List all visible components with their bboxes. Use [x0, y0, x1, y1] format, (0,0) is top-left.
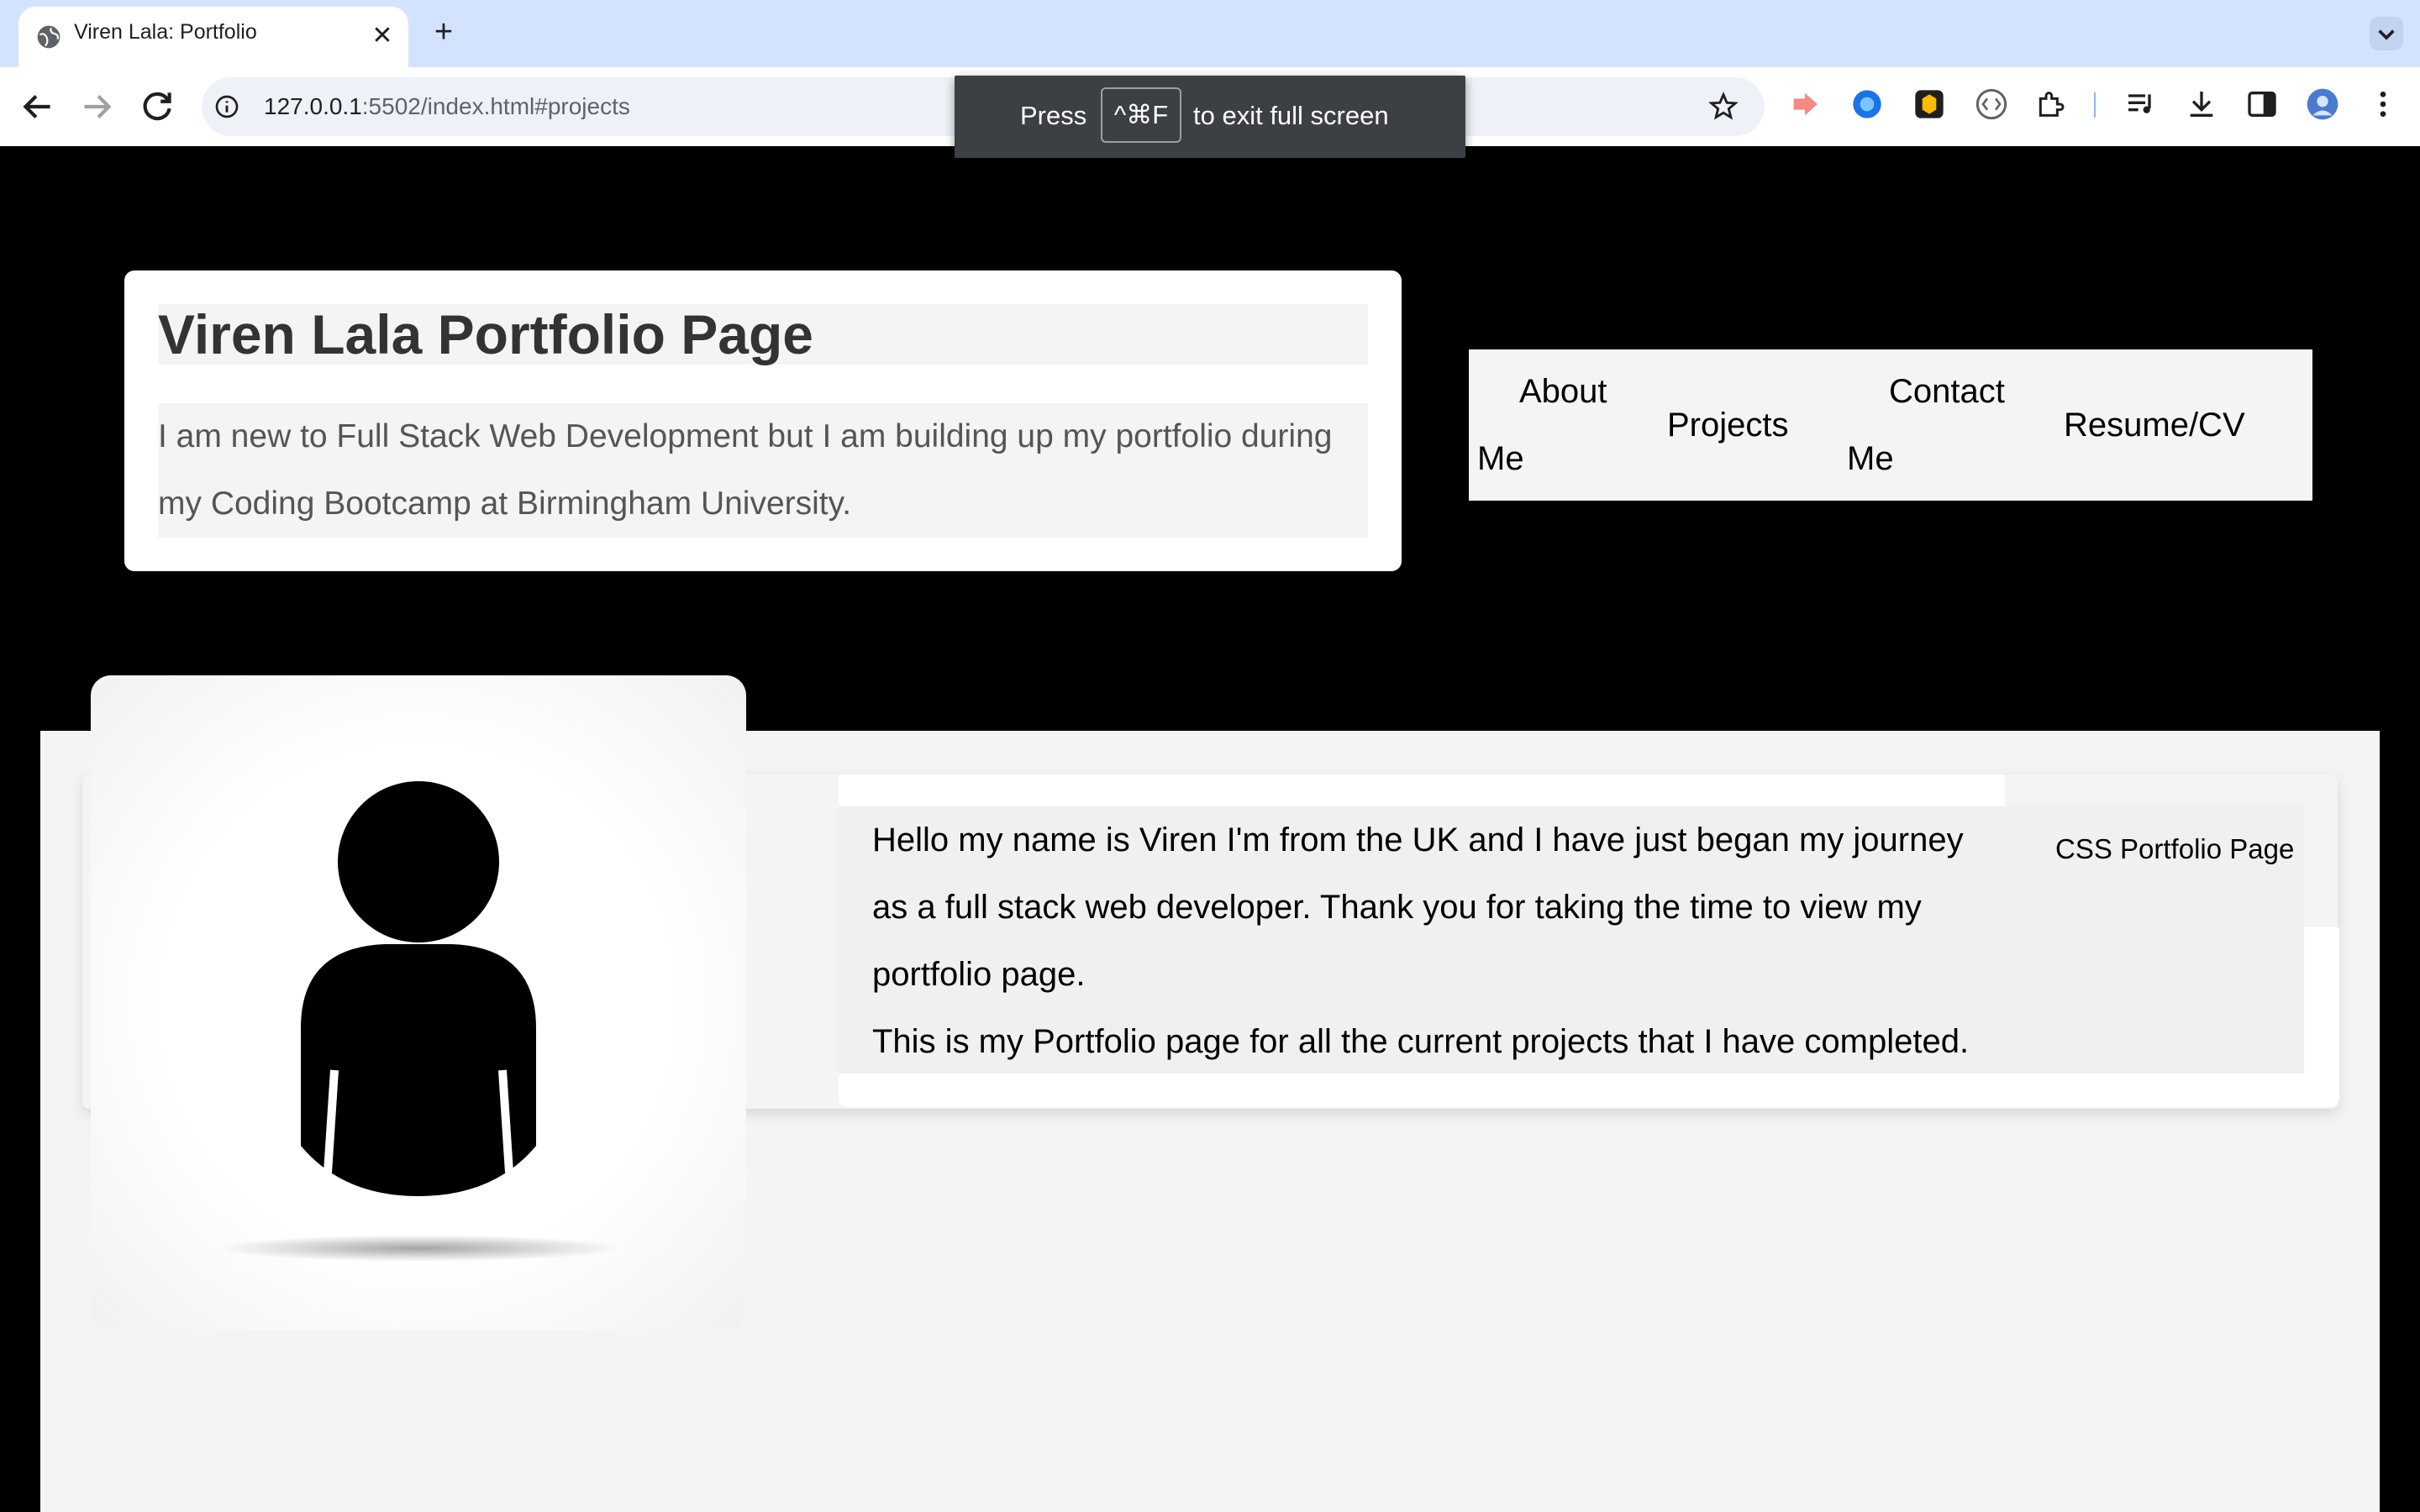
nav-about-line-2[interactable]: Me [1477, 425, 1524, 492]
media-controls-icon[interactable] [2124, 87, 2158, 121]
fullscreen-toast: Press ^⌘F to exit full screen [955, 76, 1465, 158]
nav-about-line-1: About [1519, 373, 1607, 410]
toast-shortcut-key: ^⌘F [1101, 87, 1181, 143]
bookmark-star-icon[interactable] [1707, 91, 1739, 123]
url-path: :5502/index.html#projects [361, 93, 630, 119]
site-nav: About Me Projects Contact Me Resume/CV [1469, 349, 2312, 501]
tab-search-button[interactable] [2370, 17, 2403, 50]
site-info-icon[interactable] [213, 93, 240, 120]
header-description: I am new to Full Stack Web Development b… [158, 403, 1368, 538]
page-title: Viren Lala Portfolio Page [158, 304, 1368, 365]
about-paragraph-intro: Hello my name is Viren I'm from the UK a… [872, 822, 1964, 993]
side-panel-icon[interactable] [2245, 87, 2279, 121]
kebab-menu-icon[interactable] [2366, 87, 2400, 121]
tab-strip: Viren Lala: Portfolio ✕ + [0, 0, 2420, 67]
globe-icon [37, 25, 60, 49]
download-icon[interactable] [2185, 87, 2218, 121]
nav-link-projects[interactable]: Projects [1667, 391, 1789, 459]
nav-link-contact-me[interactable]: Contact [1889, 358, 2005, 425]
person-silhouette-icon [217, 781, 620, 1262]
toast-press-text: Press [1020, 101, 1087, 130]
extension-code-icon[interactable] [1975, 87, 2008, 121]
nav-contact-line-2[interactable]: Me [1847, 425, 1894, 492]
chevron-down-icon [2378, 29, 2395, 40]
header-card: Viren Lala Portfolio Page I am new to Fu… [124, 270, 1402, 571]
toolbar-divider [2094, 92, 2096, 118]
about-paragraph-projects: This is my Portfolio page for all the cu… [872, 1023, 1970, 1060]
extension-box-icon[interactable] [1912, 87, 1946, 121]
about-card-right-strip [2304, 927, 2339, 1074]
nav-link-about-me[interactable]: About [1519, 358, 1607, 425]
css-portfolio-link[interactable]: CSS Portfolio Page [2055, 833, 2294, 865]
nav-contact-line-1: Contact [1889, 373, 2005, 410]
back-icon[interactable] [17, 86, 59, 128]
url-host: 127.0.0.1 [264, 93, 362, 119]
extensions-puzzle-icon[interactable] [2033, 87, 2067, 121]
about-card-bottom-strip [839, 1074, 2339, 1107]
extension-globe-icon[interactable] [1850, 87, 1884, 121]
profile-picture [91, 675, 746, 1331]
extension-arrow-icon[interactable] [1788, 87, 1822, 121]
browser-tab[interactable]: Viren Lala: Portfolio ✕ [18, 7, 408, 67]
nav-link-resume[interactable]: Resume/CV [2064, 391, 2245, 459]
reload-icon[interactable] [136, 86, 178, 128]
profile-avatar-icon[interactable] [2306, 87, 2339, 121]
url-text: 127.0.0.1:5502/index.html#projects [264, 93, 630, 120]
close-tab-icon[interactable]: ✕ [370, 24, 395, 49]
new-tab-button[interactable]: + [429, 16, 459, 48]
toast-exit-text: to exit full screen [1193, 101, 1389, 130]
about-card-top-strip [839, 774, 2005, 806]
forward-icon[interactable] [76, 86, 118, 128]
tab-title: Viren Lala: Portfolio [74, 20, 257, 44]
